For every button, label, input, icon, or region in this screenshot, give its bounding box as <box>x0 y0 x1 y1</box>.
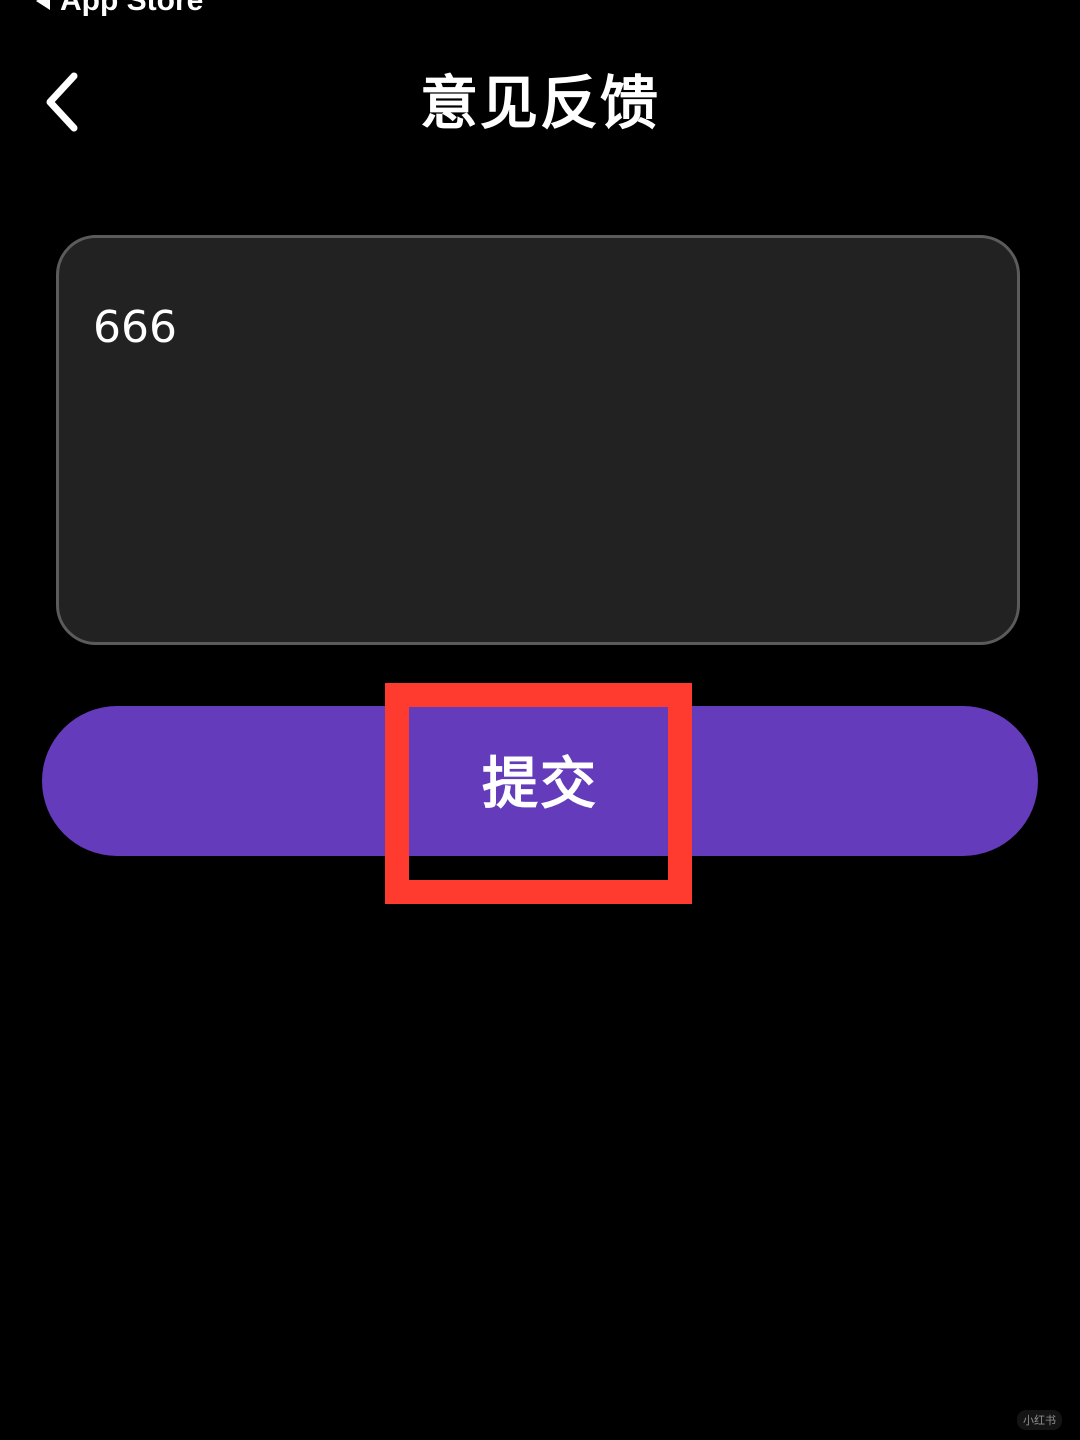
status-bar-back-to-app[interactable]: App Store <box>36 0 203 16</box>
page-title: 意见反馈 <box>419 69 660 137</box>
back-app-label: App Store <box>60 0 204 17</box>
feedback-text-value[interactable]: 666 <box>93 298 983 358</box>
watermark: 小红书 <box>1017 1410 1062 1430</box>
feedback-textarea[interactable]: 666 <box>56 235 1020 645</box>
submit-button-label: 提交 <box>482 751 598 817</box>
back-triangle-icon <box>36 0 50 10</box>
nav-header: 意见反馈 <box>0 50 1080 160</box>
submit-button[interactable]: 提交 <box>42 706 1038 856</box>
